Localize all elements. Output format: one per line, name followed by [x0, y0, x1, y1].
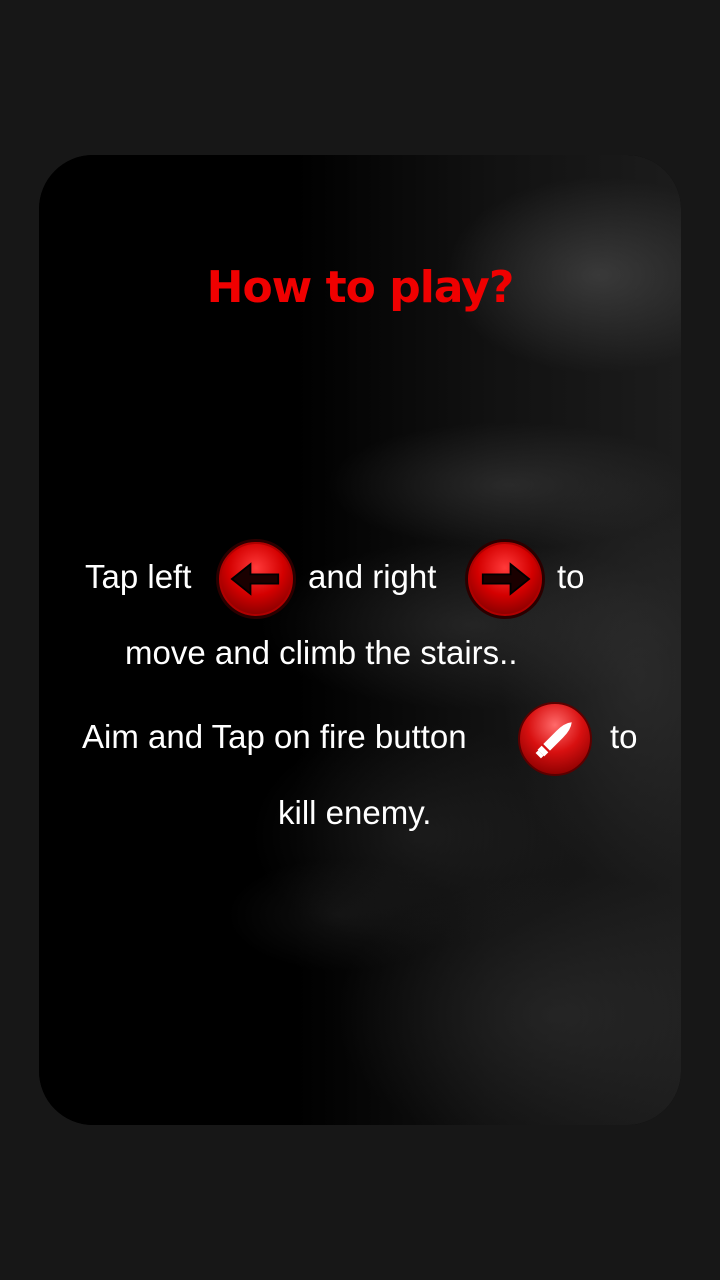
- instruction-line-2: move and climb the stairs..: [0, 634, 720, 678]
- instruction-text-and-right: and right: [308, 558, 437, 595]
- instruction-text-to: to: [557, 558, 585, 595]
- left-arrow-icon: [230, 562, 280, 596]
- page-title: How to play?: [206, 262, 515, 313]
- instruction-line-3: Aim and Tap on fire button to: [0, 718, 720, 762]
- left-arrow-button[interactable]: [216, 539, 296, 619]
- instruction-text-to-2: to: [610, 718, 638, 755]
- instruction-text-move-climb: move and climb the stairs..: [125, 634, 518, 671]
- instruction-text-kill-enemy: kill enemy.: [278, 794, 432, 831]
- right-arrow-button[interactable]: [465, 539, 545, 619]
- instruction-line-4: kill enemy.: [0, 794, 720, 838]
- instruction-text-aim-fire: Aim and Tap on fire button: [82, 718, 467, 755]
- bullet-icon: [535, 722, 572, 759]
- right-arrow-icon: [481, 562, 531, 596]
- fire-button[interactable]: [518, 702, 592, 776]
- instruction-text-tap-left: Tap left: [85, 558, 192, 595]
- instruction-line-1: Tap left and right to: [0, 558, 720, 602]
